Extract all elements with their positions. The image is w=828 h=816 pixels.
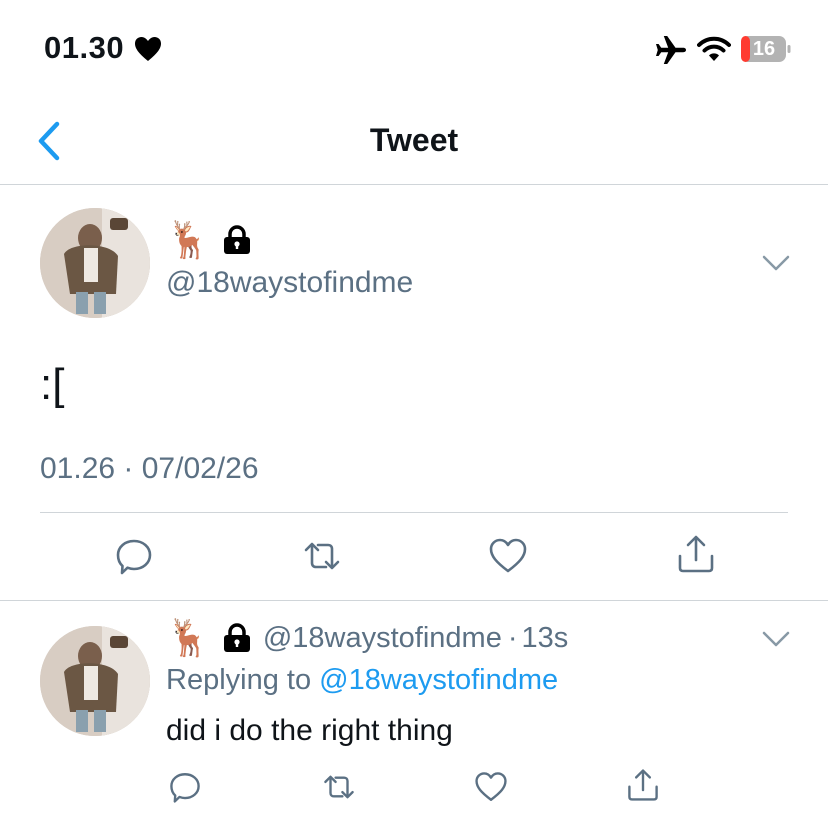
share-icon[interactable]	[626, 768, 660, 802]
lock-icon	[223, 225, 250, 254]
chevron-down-icon[interactable]	[762, 254, 790, 272]
like-icon[interactable]	[488, 536, 528, 576]
retweet-icon[interactable]	[302, 536, 342, 576]
airplane-icon	[656, 36, 686, 64]
display-name-emoji: 🦌	[166, 219, 211, 260]
reply-time: 13s	[521, 621, 569, 654]
replying-to-mention[interactable]: @18waystofindme	[319, 664, 558, 696]
battery-charging-icon: 16	[740, 34, 792, 64]
reply-separator: ·	[507, 621, 518, 654]
header-divider	[0, 184, 828, 185]
replying-to-label: Replying to	[166, 664, 312, 696]
wifi-icon	[697, 36, 731, 61]
meta-divider	[40, 512, 788, 513]
reply-handle: @18waystofindme	[262, 621, 502, 654]
chevron-down-icon[interactable]	[762, 630, 790, 648]
reply-icon[interactable]	[168, 770, 202, 804]
section-divider	[0, 600, 828, 601]
status-time: 01.30	[44, 30, 125, 65]
retweet-icon[interactable]	[322, 770, 356, 804]
like-icon[interactable]	[474, 770, 508, 804]
reply-header[interactable]: 🦌 @18waystofindme · 13s	[166, 618, 568, 658]
avatar[interactable]	[40, 208, 150, 318]
author-name-row[interactable]: 🦌	[166, 220, 251, 260]
author-handle[interactable]: @18waystofindme	[166, 266, 413, 300]
replying-to-line: Replying to @18waystofindme	[166, 664, 558, 697]
share-icon[interactable]	[676, 534, 716, 574]
heart-icon	[135, 37, 161, 61]
reply-avatar[interactable]	[40, 626, 150, 736]
page-title: Tweet	[369, 122, 459, 158]
tweet-text: :[	[40, 360, 65, 409]
tweet-timestamp[interactable]: 01.26 · 07/02/26	[40, 452, 259, 486]
reply-text: did i do the right thing	[166, 714, 453, 747]
reply-display-name-emoji: 🦌	[166, 617, 211, 658]
battery-level: 16	[752, 38, 776, 60]
reply-icon[interactable]	[114, 536, 154, 576]
lock-icon	[223, 623, 250, 652]
